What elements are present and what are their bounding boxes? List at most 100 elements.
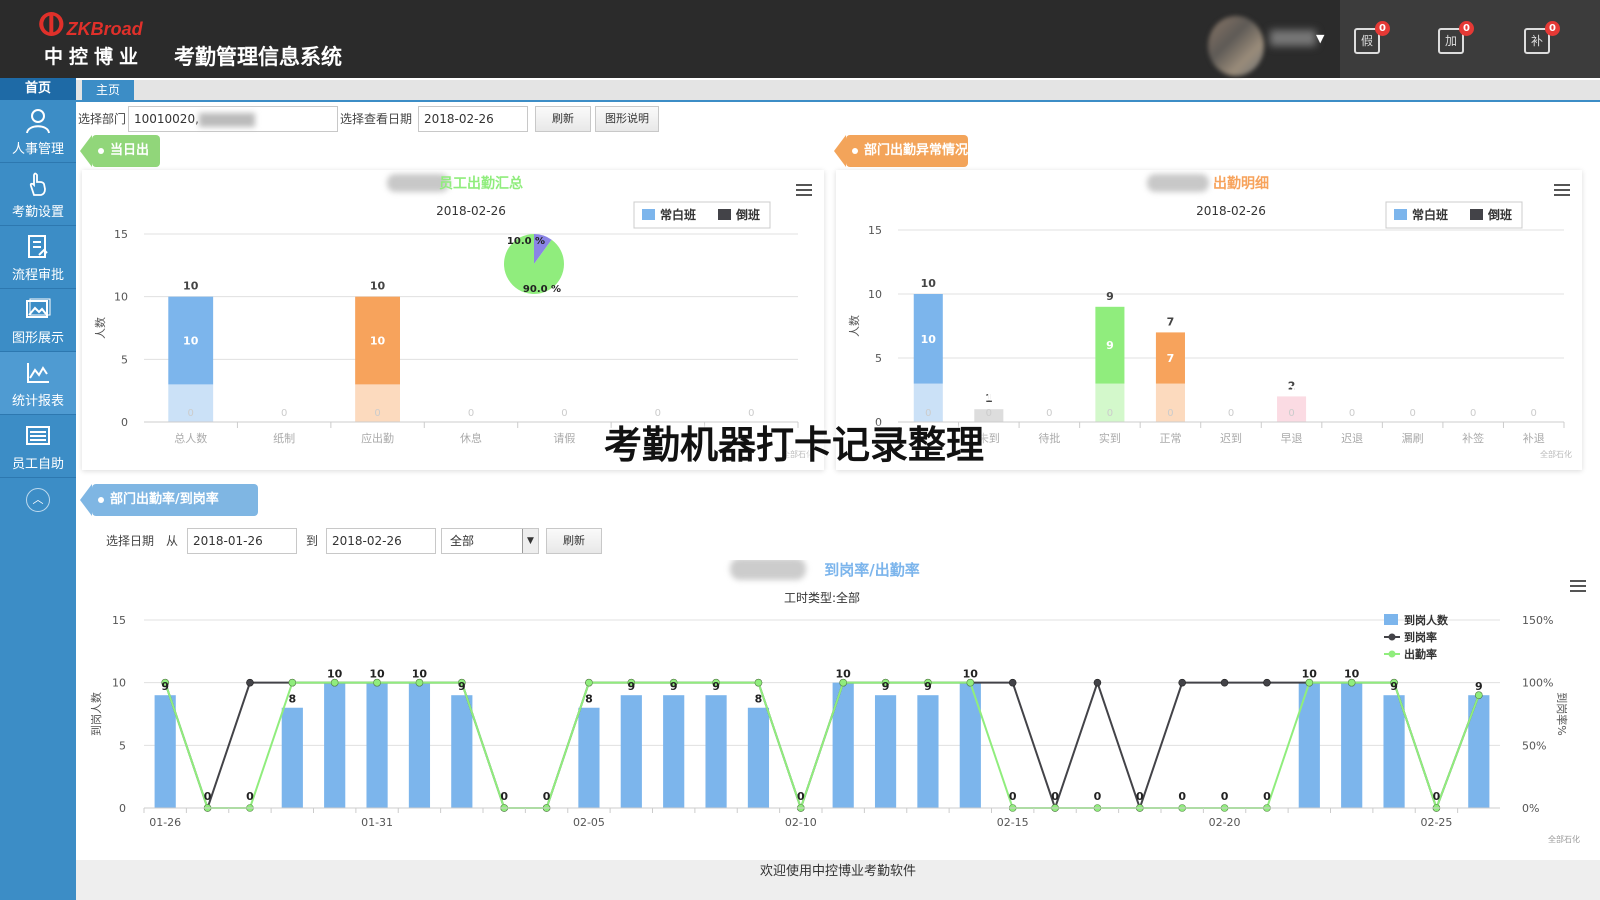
x-tick-label: 正常 [1159, 432, 1181, 445]
data-label: 9 [627, 680, 635, 693]
data-label: 10 [183, 335, 199, 348]
attendance-rate-chart: 到岗率/出勤率工时类型:全部0510150%50%100%150%到岗人数 到岗率… [90, 558, 1580, 844]
bar [620, 695, 642, 808]
data-point [288, 678, 297, 687]
data-label: 9 [161, 680, 169, 693]
sidebar-item-personnel[interactable]: 人事管理 [0, 100, 76, 163]
zero-label: 0 [1531, 408, 1537, 419]
sidebar-item-label: 人事管理 [11, 142, 64, 157]
x-tick-label: 迟到 [1220, 432, 1242, 445]
x-tick-label: 补签 [1462, 431, 1484, 445]
sidebar: 首页 人事管理 考勤设置 流程审批 图形展示 统计报表 员工自助 ︿ [0, 78, 76, 900]
x-tick-label: 早退 [1281, 432, 1303, 445]
x-tick-label: 总人数 [174, 431, 207, 445]
data-label: 10 [921, 277, 937, 290]
chevron-down-icon[interactable]: ▼ [1316, 32, 1324, 45]
legend-label: 常白班 [660, 207, 696, 222]
sidebar-item-label: 员工自助 [11, 457, 64, 472]
y-tick-label: 15 [868, 224, 882, 237]
data-label: 0 [204, 790, 212, 803]
chart-subtitle: 工时类型:全部 [784, 590, 860, 605]
company-name: 中控博业 [44, 46, 145, 68]
zero-label: 0 [1167, 408, 1173, 419]
badge-count: 0 [1545, 21, 1560, 36]
x-tick-label: 休息 [460, 431, 482, 445]
data-label: 0 [1263, 790, 1271, 803]
zero-label: 0 [1409, 408, 1415, 419]
data-label: 2 [1288, 384, 1296, 397]
zero-label: 0 [188, 408, 194, 419]
punch-correction-button[interactable]: 补0 [1524, 21, 1560, 54]
scope-select[interactable]: 全部 ▼ [441, 528, 539, 554]
data-label: 0 [1433, 790, 1441, 803]
dept-select-input[interactable]: 10010020, [128, 106, 338, 132]
line-chart-icon [27, 363, 49, 383]
x-tick-label: 请假 [553, 431, 575, 445]
chart-subtitle: 2018-02-26 [1196, 204, 1266, 218]
y-tick-label: 0 [119, 802, 126, 815]
start-date-input[interactable]: 2018-01-26 [187, 528, 297, 554]
image-icon [26, 298, 51, 318]
legend-label: 到岗率 [1404, 630, 1437, 644]
zero-label: 0 [1288, 408, 1294, 419]
data-label: 0 [246, 790, 254, 803]
chart-menu-icon[interactable] [1570, 580, 1586, 592]
sidebar-item-statistics[interactable]: 统计报表 [0, 352, 76, 415]
zero-label: 0 [986, 408, 992, 419]
bar [281, 707, 303, 808]
tab-home[interactable]: 主页 [82, 80, 134, 100]
sidebar-item-attendance-settings[interactable]: 考勤设置 [0, 163, 76, 226]
user-name[interactable] [1270, 30, 1316, 46]
leave-request-button[interactable]: 假0 [1354, 21, 1390, 54]
redacted-text [730, 558, 806, 580]
data-label: 9 [712, 680, 720, 693]
sidebar-item-label: 考勤设置 [11, 205, 64, 220]
data-label: 9 [458, 680, 466, 693]
legend-swatch [1394, 209, 1407, 220]
zero-label: 0 [1046, 408, 1052, 419]
data-label: 0 [1178, 790, 1186, 803]
chart-card-attendance-rate: 到岗率/出勤率 工时类型:全部 0 5 10 15 0% 50% 100% 150% 到岗人数 到岗率… [80, 558, 1600, 860]
data-label: 0 [1009, 790, 1017, 803]
collapse-up-icon[interactable]: ︿ [26, 488, 50, 512]
sidebar-item-workflow-approval[interactable]: 流程审批 [0, 226, 76, 289]
overtime-request-button[interactable]: 加0 [1438, 21, 1474, 54]
section-attendance-rate: 部门出勤率/到岗率 [80, 484, 258, 516]
date-input[interactable]: 2018-02-26 [418, 106, 528, 132]
data-label: 0 [543, 790, 551, 803]
bar [917, 695, 939, 808]
chart-menu-icon[interactable] [796, 184, 812, 196]
refresh-button[interactable]: 刷新 [535, 106, 591, 132]
zero-label: 0 [1107, 408, 1113, 419]
zero-label: 0 [561, 408, 567, 419]
document-icon [28, 235, 48, 258]
x-tick-label: 01-31 [361, 816, 393, 829]
chart-menu-icon[interactable] [1554, 184, 1570, 196]
bar [705, 695, 727, 808]
date-label: 选择查看日期 [340, 112, 413, 126]
chart-credit: 全部石化 [1548, 834, 1580, 844]
avatar[interactable] [1208, 16, 1264, 76]
badge-count: 0 [1459, 21, 1474, 36]
x-tick-label: 待批 [1038, 431, 1060, 445]
data-point [1220, 678, 1229, 687]
end-date-input[interactable]: 2018-02-26 [326, 528, 436, 554]
sidebar-item-home[interactable]: 首页 [0, 78, 76, 100]
x-tick-label: 补退 [1523, 432, 1545, 445]
bar [1383, 695, 1405, 808]
data-label: 10 [183, 280, 199, 293]
chart-legend-button[interactable]: 图形说明 [595, 106, 659, 132]
data-label: 9 [1106, 339, 1114, 352]
y2-axis-label: 到岗率% [1555, 692, 1569, 735]
refresh-range-button[interactable]: 刷新 [546, 528, 602, 554]
sidebar-item-graphics[interactable]: 图形展示 [0, 289, 76, 352]
x-tick-label: 漏刷 [1402, 432, 1424, 445]
sidebar-item-self-service[interactable]: 员工自助 [0, 415, 76, 478]
data-label: 0 [1221, 790, 1229, 803]
quick-action-panel: 假0 加0 补0 [1340, 0, 1600, 78]
data-point [246, 678, 254, 687]
overlay-title: 考勤机器打卡记录整理 [604, 423, 985, 467]
tab-bar: 主页 [76, 80, 1600, 102]
y-axis-label: 人数 [94, 317, 107, 339]
data-label: 8 [288, 693, 296, 706]
